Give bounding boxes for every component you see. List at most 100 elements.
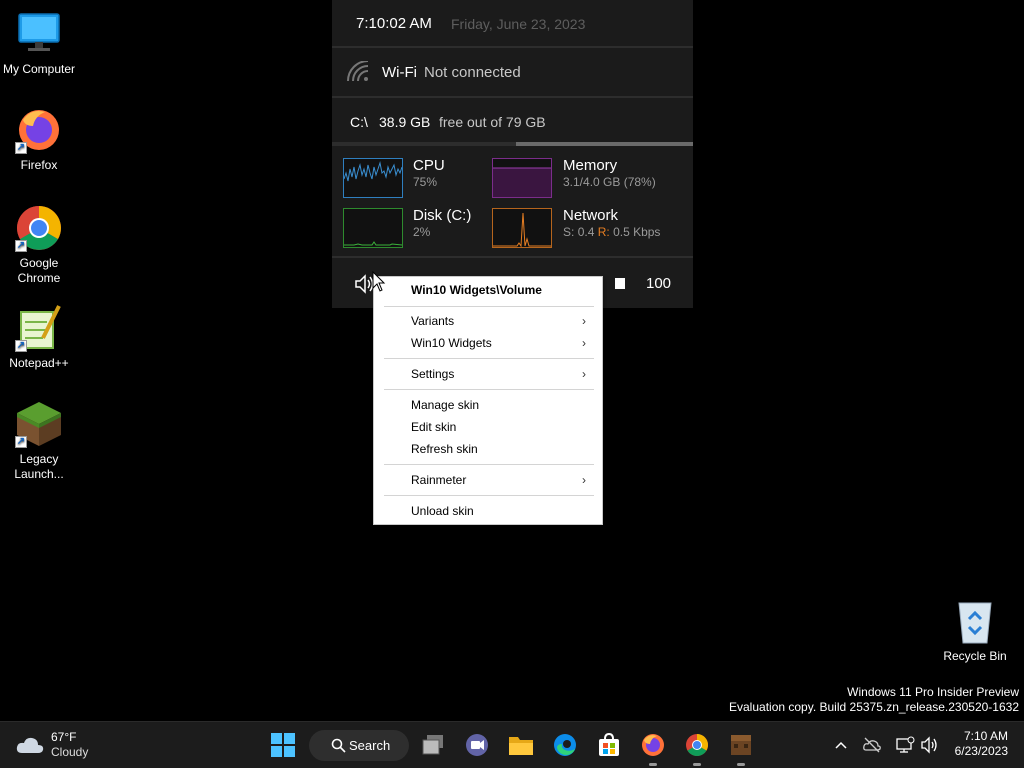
menu-item-edit-skin[interactable]: Edit skin [374, 416, 602, 438]
chrome-icon: ↗ [15, 204, 63, 252]
network-recv-value: 0.5 Kbps [613, 225, 661, 239]
edge-icon [554, 734, 576, 756]
desktop-icon-label: Notepad++ [9, 356, 69, 370]
wifi-label: Wi-Fi [382, 64, 417, 81]
search-icon [331, 738, 346, 753]
drive-capacity: free out of 79 GB [439, 114, 546, 130]
network-recv-label: R: [597, 225, 610, 239]
menu-item-label: Refresh skin [411, 442, 478, 456]
desktop-icon-label: Legacy Launch... [14, 452, 64, 481]
desktop-icon-chrome[interactable]: ↗ Google Chrome [0, 204, 78, 286]
stats-row: CPU 75% Memory 3.1/4.0 GB (78%) Disk (C:… [332, 146, 693, 258]
desktop-icon-label: My Computer [2, 62, 76, 76]
shortcut-arrow-icon: ↗ [15, 240, 27, 252]
desktop-icon-recycle-bin[interactable]: Recycle Bin [936, 597, 1014, 664]
drive-free-space: 38.9 GB [379, 114, 431, 130]
menu-separator [384, 495, 594, 496]
minecraft-taskbar-button[interactable] [724, 728, 758, 766]
weather-temperature: 67°F [51, 730, 77, 744]
rainmeter-widget: 7:10:02 AM Friday, June 23, 2023 Wi-Fi N… [332, 0, 693, 308]
cpu-value: 75% [413, 175, 438, 189]
chevron-right-icon: › [582, 367, 586, 381]
firefox-icon: ↗ [15, 106, 63, 154]
menu-item-refresh-skin[interactable]: Refresh skin [374, 438, 602, 460]
menu-separator [384, 464, 594, 465]
desktop-icon-label: Google Chrome [17, 256, 61, 285]
menu-item-win10-widgets[interactable]: Win10 Widgets › [374, 332, 602, 354]
drive-row: C:\ 38.9 GB free out of 79 GB [332, 98, 693, 144]
chevron-right-icon: › [582, 473, 586, 487]
network-value: S: 0.4 R: 0.5 Kbps [563, 225, 660, 239]
volume-value: 100 [646, 275, 672, 292]
clock-time: 7:10 AM [963, 729, 1008, 743]
task-view-icon [422, 735, 443, 755]
volume-slider-knob[interactable] [615, 278, 625, 289]
running-indicator [649, 763, 657, 766]
menu-item-rainmeter[interactable]: Rainmeter › [374, 469, 602, 491]
disk-label: Disk (C:) [413, 207, 472, 224]
wifi-icon [347, 61, 369, 82]
taskbar: 67°F Cloudy Search 7:10 AM 6/23/2023 [0, 721, 1024, 768]
firefox-taskbar-button[interactable] [636, 728, 670, 766]
menu-item-manage-skin[interactable]: Manage skin [374, 394, 602, 416]
running-indicator [737, 763, 745, 766]
desktop-icon-legacy-launcher[interactable]: ↗ Legacy Launch... [0, 400, 78, 482]
menu-title: Win10 Widgets\Volume [411, 283, 542, 297]
menu-item-label: Manage skin [411, 398, 480, 412]
taskbar-clock[interactable]: 7:10 AM 6/23/2023 [955, 729, 1008, 759]
disk-value: 2% [413, 225, 431, 239]
volume-icon[interactable] [920, 735, 940, 755]
monitor-icon [15, 10, 63, 58]
onedrive-offline-icon[interactable] [862, 735, 882, 755]
desktop-icon-label: Firefox [20, 158, 58, 172]
desktop-icon-notepadpp[interactable]: ↗ Notepad++ [0, 304, 78, 371]
weather-widget[interactable]: 67°F Cloudy [16, 728, 136, 764]
context-menu: Win10 Widgets\Volume Variants › Win10 Wi… [373, 276, 603, 525]
file-explorer-icon [509, 737, 533, 755]
edge-button[interactable] [548, 728, 582, 762]
taskbar-search[interactable]: Search [309, 730, 409, 761]
shortcut-arrow-icon: ↗ [15, 436, 27, 448]
chevron-right-icon: › [582, 314, 586, 328]
cpu-graph [343, 158, 403, 198]
chrome-icon [686, 734, 708, 756]
menu-item-label: Win10 Widgets [411, 336, 492, 350]
menu-item-settings[interactable]: Settings › [374, 363, 602, 385]
menu-separator [384, 389, 594, 390]
menu-separator [384, 306, 594, 307]
desktop-icon-my-computer[interactable]: My Computer [0, 10, 78, 77]
wifi-row: Wi-Fi Not connected [332, 48, 693, 98]
start-icon [271, 733, 295, 757]
teams-chat-icon [466, 734, 488, 756]
windows-watermark: Windows 11 Pro Insider Preview Evaluatio… [729, 685, 1019, 715]
chevron-up-icon[interactable] [831, 735, 851, 755]
teams-chat-button[interactable] [460, 728, 494, 762]
notepadpp-icon: ↗ [15, 304, 63, 352]
desktop-icon-label: Recycle Bin [943, 649, 1007, 663]
memory-value: 3.1/4.0 GB (78%) [563, 175, 656, 189]
cloud-icon [16, 737, 44, 753]
cpu-label: CPU [413, 157, 445, 174]
network-icon[interactable] [895, 735, 915, 755]
menu-item-label: Variants [411, 314, 455, 328]
file-explorer-button[interactable] [504, 728, 538, 762]
time-row: 7:10:02 AM Friday, June 23, 2023 [332, 0, 693, 48]
weather-condition: Cloudy [51, 745, 89, 759]
network-send-label: S: [563, 225, 575, 239]
start-button[interactable] [266, 728, 300, 762]
mouse-cursor-icon [372, 271, 386, 292]
desktop-icon-firefox[interactable]: ↗ Firefox [0, 106, 78, 173]
menu-item-unload-skin[interactable]: Unload skin [374, 500, 602, 522]
chrome-taskbar-button[interactable] [680, 728, 714, 766]
disk-graph [343, 208, 403, 248]
drive-letter: C:\ [350, 114, 368, 130]
minecraft-icon [731, 735, 751, 755]
store-button[interactable] [592, 728, 626, 762]
menu-item-variants[interactable]: Variants › [374, 310, 602, 332]
minecraft-block-icon: ↗ [15, 400, 63, 448]
recycle-bin-icon [951, 597, 999, 645]
network-graph [492, 208, 552, 248]
widget-date: Friday, June 23, 2023 [451, 16, 586, 32]
wifi-status: Not connected [424, 64, 521, 81]
task-view-button[interactable] [416, 728, 450, 762]
